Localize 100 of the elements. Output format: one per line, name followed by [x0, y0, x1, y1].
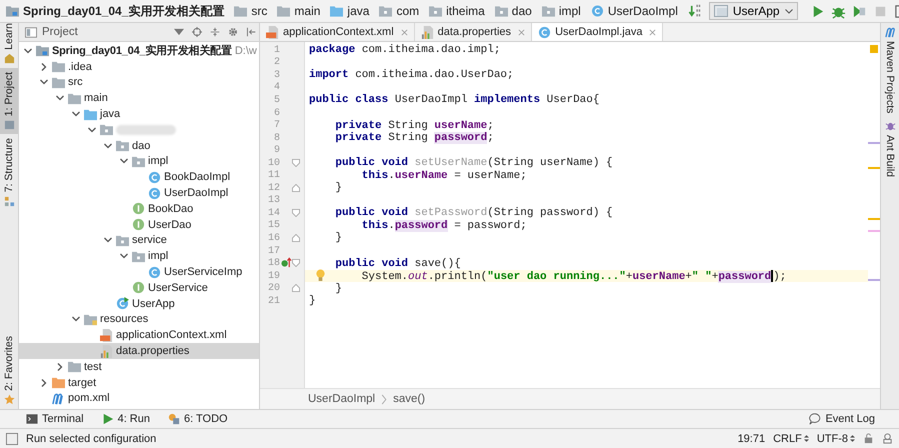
folder-icon [52, 376, 65, 390]
settings-icon[interactable] [228, 27, 238, 37]
lock-icon[interactable] [863, 433, 874, 444]
tree-item[interactable]: resources [19, 312, 259, 328]
collapse-icon[interactable] [210, 27, 220, 37]
tree-item[interactable]: UserDaoImpl [19, 185, 259, 201]
close-icon[interactable] [518, 28, 526, 36]
tree-item[interactable]: UserService [19, 280, 259, 296]
tool-window-tab[interactable]: Maven Projects [884, 23, 896, 118]
folder-icon [84, 312, 97, 326]
line-number: 10 [266, 156, 280, 170]
tool-windows-toggle-icon[interactable] [6, 432, 18, 444]
line-number: 19 [266, 270, 280, 282]
code-line: import com.itheima.dao.UserDao; [309, 69, 514, 82]
line-separator-selector[interactable]: CRLF [773, 432, 809, 444]
tool-window-tab[interactable]: Ant Build [884, 117, 896, 182]
breadcrumb-item[interactable]: Spring_day01_04_实用开发相关配置 [6, 2, 224, 20]
tree-item[interactable]: BookDaoImpl [19, 169, 259, 186]
fold-start-icon[interactable] [292, 158, 300, 167]
xml-file-icon [266, 26, 279, 38]
application-icon [714, 5, 728, 17]
tree-item[interactable]: impl [19, 248, 259, 264]
tree-item[interactable]: impl [19, 154, 259, 170]
folder-icon [100, 123, 113, 136]
close-icon[interactable] [649, 28, 656, 36]
line-number: 8 [272, 132, 280, 144]
tool-window-tab[interactable]: 6: TODO [168, 413, 228, 425]
encoding-selector[interactable]: UTF-8 [816, 432, 855, 444]
code-line: System.out.println("user dao running..."+userName+" "+password ); [362, 270, 786, 283]
breadcrumb-item[interactable]: java [330, 4, 370, 18]
code-line: public class UserDaoImpl implements UserDao{ [309, 94, 600, 106]
line-number: 12 [266, 182, 280, 195]
learn-icon [4, 52, 14, 64]
tree-item-label: .idea [68, 60, 92, 73]
sort-icon[interactable] [688, 4, 703, 18]
maven-icon [884, 27, 896, 38]
fold-start-icon[interactable] [292, 209, 300, 218]
line-number: 11 [266, 169, 280, 182]
tree-item[interactable]: test [19, 358, 259, 375]
project-path: D:\w [234, 44, 257, 57]
run-configuration-dropdown[interactable]: UserApp [708, 2, 798, 20]
locate-icon[interactable] [192, 27, 202, 37]
tool-window-tab[interactable]: 4: Run [102, 413, 150, 425]
editor-tab[interactable]: data.properties [414, 23, 532, 41]
tree-item[interactable]: UserServiceImp [19, 264, 259, 280]
tree-item-label: service [132, 234, 167, 246]
tree-item[interactable]: main [19, 90, 259, 106]
fold-end-icon[interactable] [292, 234, 300, 242]
editor-tab[interactable]: applicationContext.xml [260, 23, 415, 41]
xml-file-icon [100, 328, 113, 342]
tool-window-tab[interactable]: Terminal [26, 413, 84, 425]
tree-item[interactable]: data.properties [19, 343, 259, 359]
breadcrumb-item[interactable]: dao [494, 4, 532, 18]
tool-window-tab[interactable]: 2: Favorites [0, 332, 18, 409]
tree-item-label: BookDaoImpl [164, 171, 230, 184]
breadcrumb-item[interactable]: src [234, 4, 268, 18]
folder-icon [52, 76, 65, 89]
dropdown-caret-icon[interactable] [174, 27, 184, 37]
tree-item[interactable]: UserDao [19, 216, 259, 233]
lightbulb-icon[interactable] [315, 268, 326, 282]
tree-item[interactable]: dao [19, 138, 259, 154]
hide-panel-icon[interactable] [246, 27, 256, 37]
tool-window-tab[interactable]: Learn [0, 23, 18, 68]
tree-item[interactable]: Spring_day01_04_实用开发相关配置 D:\w [19, 43, 259, 59]
code-breadcrumb[interactable]: save() [393, 393, 426, 405]
coverage-icon[interactable] [852, 4, 867, 18]
breadcrumb-item[interactable]: itheima [429, 4, 485, 18]
tree-item[interactable]: service [19, 232, 259, 248]
tree-item[interactable]: pom.xml [19, 390, 259, 406]
code-line: } [309, 295, 316, 308]
breadcrumb-item[interactable]: main [277, 4, 320, 18]
run-icon [102, 413, 114, 425]
tree-item[interactable]: UserApp [19, 296, 259, 312]
tree-item[interactable]: BookDao [19, 200, 259, 217]
fold-end-icon[interactable] [292, 284, 300, 292]
breadcrumb-item[interactable]: impl [542, 4, 581, 18]
folder-icon [84, 108, 97, 121]
tool-window-tab[interactable]: 7: Structure [0, 134, 18, 210]
breadcrumb-item[interactable]: com [379, 4, 420, 18]
tree-item[interactable]: java [19, 106, 259, 122]
tree-item-label: BookDao [148, 202, 194, 215]
tool-window-tab[interactable]: 1: Project [0, 68, 18, 134]
fold-start-icon[interactable] [292, 259, 300, 268]
tree-item[interactable]: target [19, 374, 259, 391]
code-line: package com.itheima.dao.impl; [309, 44, 500, 56]
tree-item[interactable]: src [19, 74, 259, 90]
code-breadcrumb[interactable]: UserDaoImpl [308, 393, 376, 405]
event-log-button[interactable]: Event Log [809, 413, 875, 425]
inspector-icon[interactable] [882, 433, 893, 444]
breadcrumb-item[interactable]: UserDaoImpl [590, 4, 678, 18]
tree-item[interactable]: applicationContext.xml [19, 327, 259, 344]
line-number: 4 [272, 82, 280, 94]
code-line: } [335, 282, 342, 295]
code-line: private String password; [335, 132, 494, 144]
close-icon[interactable] [400, 28, 408, 36]
editor-tab[interactable]: UserDaoImpl.java [532, 23, 664, 41]
tree-item[interactable]: .idea [19, 58, 259, 75]
caret-position[interactable]: 19:71 [738, 432, 766, 444]
implements-gutter-icon[interactable] [281, 257, 292, 268]
fold-end-icon[interactable] [292, 184, 300, 192]
